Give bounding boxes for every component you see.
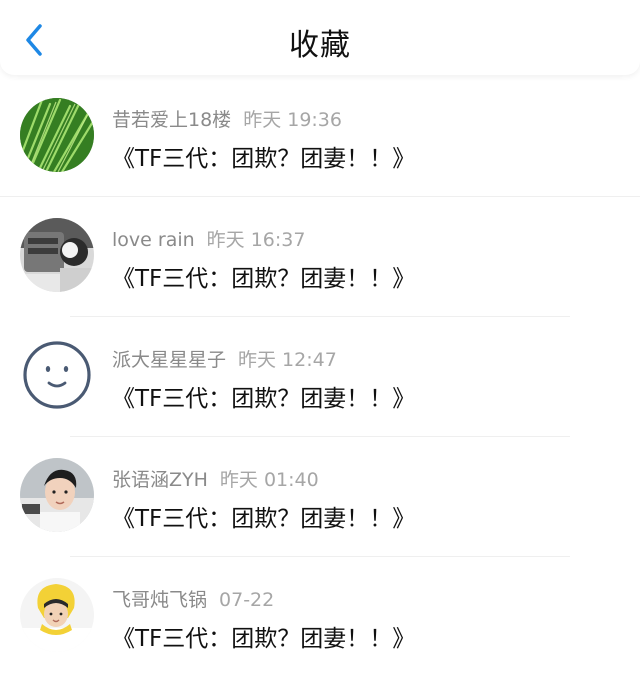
- item-meta: 派大星星星子 昨天 12:47: [112, 345, 337, 372]
- favorite-title[interactable]: 《TF三代：团欺？团妻！！》: [112, 499, 415, 533]
- avatar[interactable]: [20, 578, 94, 652]
- cartoon-photo-avatar-image: [20, 218, 94, 292]
- timestamp: 昨天 16:37: [206, 229, 306, 251]
- smiley-face-avatar-image: [20, 338, 94, 412]
- timestamp: 07-22: [219, 589, 275, 611]
- avatar[interactable]: [20, 458, 94, 532]
- username[interactable]: 飞哥炖飞锅: [112, 589, 207, 611]
- timestamp: 昨天 19:36: [243, 109, 342, 131]
- avatar[interactable]: [20, 98, 94, 172]
- avatar[interactable]: [20, 218, 94, 292]
- avatar[interactable]: [20, 338, 94, 412]
- favorite-title[interactable]: 《TF三代：团欺？团妻！！》: [112, 139, 415, 173]
- favorite-title[interactable]: 《TF三代：团欺？团妻！！》: [112, 619, 415, 653]
- username[interactable]: 张语涵ZYH: [112, 469, 208, 491]
- favorites-list: 昔若爱上18楼 昨天 19:36 《TF三代：团欺？团妻！！》 love rain…: [0, 77, 640, 677]
- username[interactable]: love rain: [112, 229, 195, 251]
- timestamp: 昨天 12:47: [238, 349, 337, 371]
- header-bar: 收藏: [0, 0, 640, 75]
- list-item[interactable]: 昔若爱上18楼 昨天 19:36 《TF三代：团欺？团妻！！》: [0, 77, 640, 197]
- item-meta: love rain 昨天 16:37: [112, 225, 305, 252]
- boy-photo-avatar-image: [20, 458, 94, 532]
- item-meta: 飞哥炖飞锅 07-22: [112, 585, 274, 612]
- username[interactable]: 昔若爱上18楼: [112, 109, 231, 131]
- username[interactable]: 派大星星星子: [112, 349, 226, 371]
- list-item[interactable]: 派大星星星子 昨天 12:47 《TF三代：团欺？团妻！！》: [0, 317, 640, 437]
- list-item[interactable]: love rain 昨天 16:37 《TF三代：团欺？团妻！！》: [0, 197, 640, 317]
- timestamp: 昨天 01:40: [219, 469, 319, 491]
- page-title: 收藏: [289, 28, 351, 63]
- item-meta: 张语涵ZYH 昨天 01:40: [112, 465, 319, 492]
- green-grass-avatar-image: [20, 98, 94, 172]
- item-meta: 昔若爱上18楼 昨天 19:36: [112, 105, 342, 132]
- favorite-title[interactable]: 《TF三代：团欺？团妻！！》: [112, 259, 415, 293]
- list-item[interactable]: 飞哥炖飞锅 07-22 《TF三代：团欺？团妻！！》: [0, 557, 640, 677]
- yellow-hat-avatar-image: [20, 578, 94, 652]
- favorite-title[interactable]: 《TF三代：团欺？团妻！！》: [112, 379, 415, 413]
- list-item[interactable]: 张语涵ZYH 昨天 01:40 《TF三代：团欺？团妻！！》: [0, 437, 640, 557]
